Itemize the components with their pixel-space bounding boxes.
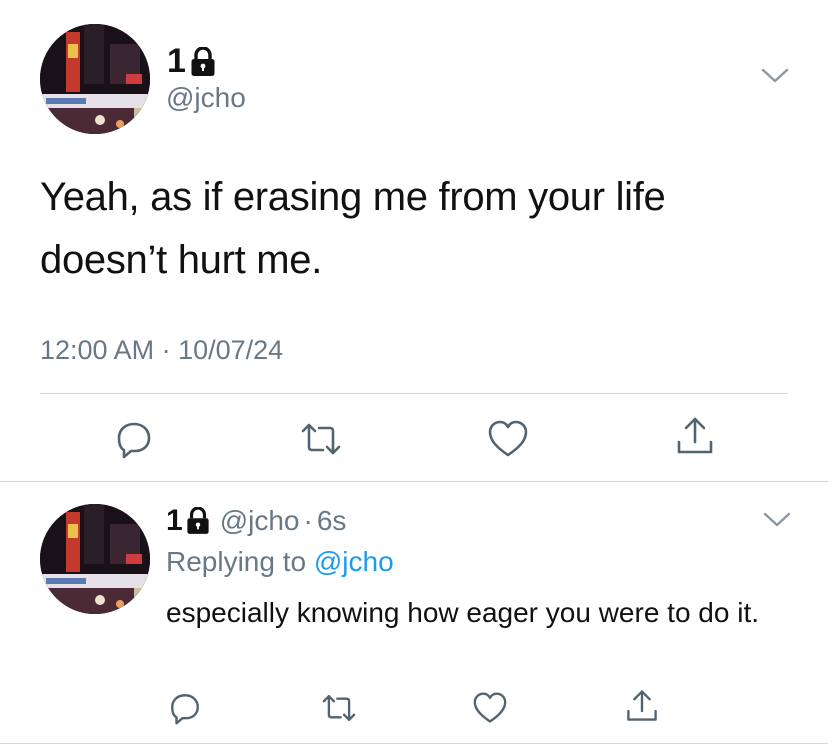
- lock-icon: [190, 46, 216, 77]
- reply-icon[interactable]: [168, 691, 202, 725]
- share-icon[interactable]: [625, 688, 659, 724]
- avatar[interactable]: [40, 504, 150, 614]
- replying-to-link[interactable]: @jcho: [314, 546, 394, 577]
- chevron-down-icon[interactable]: [760, 66, 790, 86]
- like-icon[interactable]: [487, 420, 529, 458]
- retweet-icon[interactable]: [299, 420, 343, 458]
- handle[interactable]: @jcho: [166, 82, 246, 114]
- like-icon[interactable]: [472, 692, 508, 724]
- separator: ·: [303, 505, 313, 536]
- divider: [40, 393, 788, 394]
- divider: [0, 743, 828, 744]
- tweet-text: Yeah, as if erasing me from your life do…: [40, 175, 666, 282]
- reply-icon[interactable]: [114, 419, 154, 459]
- avatar[interactable]: [40, 24, 150, 134]
- divider: [0, 481, 828, 482]
- share-icon[interactable]: [675, 415, 715, 457]
- retweet-icon[interactable]: [320, 692, 358, 724]
- display-name[interactable]: 1: [166, 504, 183, 538]
- replying-to: Replying to @jcho: [166, 546, 394, 578]
- tweet-age[interactable]: 6s: [317, 505, 347, 537]
- chevron-down-icon[interactable]: [762, 510, 792, 530]
- lock-icon: [186, 507, 210, 535]
- handle[interactable]: @jcho: [220, 505, 300, 537]
- timestamp[interactable]: 12:00 AM · 10/07/24: [40, 335, 283, 366]
- replying-to-label: Replying to: [166, 546, 307, 577]
- reply-text: especially knowing how eager you were to…: [166, 597, 760, 628]
- display-name[interactable]: 1: [167, 42, 186, 81]
